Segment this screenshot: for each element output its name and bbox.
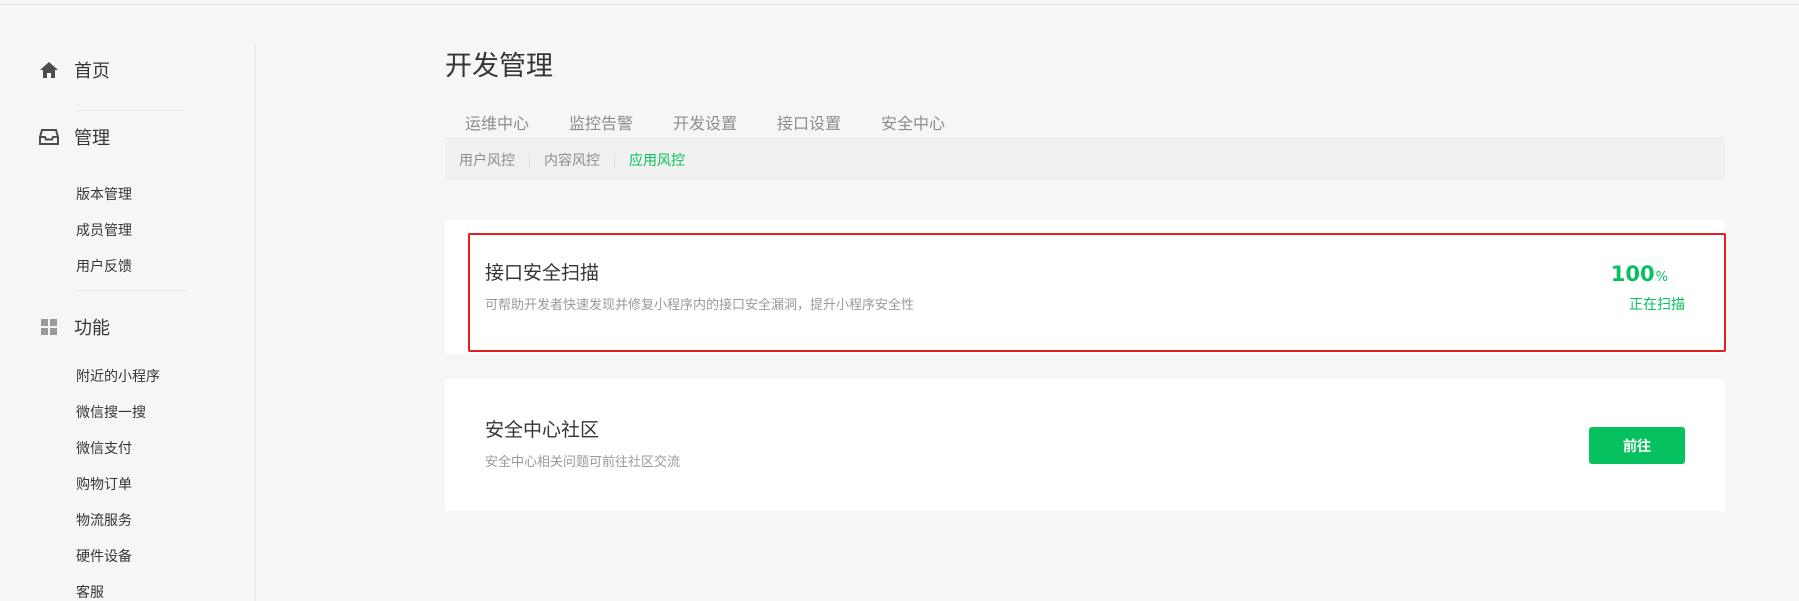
- sidebar: 首页 管理 版本管理 成员管理 用户反馈 功能 附近的小程序 微信搜一搜 微信支…: [0, 44, 256, 601]
- tab-api-settings[interactable]: 接口设置: [777, 110, 841, 134]
- sidebar-divider: [76, 290, 186, 291]
- subtab-separator: [614, 153, 615, 168]
- tab-monitoring[interactable]: 监控告警: [569, 110, 633, 134]
- subtab-separator: [529, 153, 530, 168]
- go-button[interactable]: 前往: [1589, 427, 1685, 464]
- sidebar-item-manage[interactable]: 管理: [38, 124, 110, 150]
- home-icon: [38, 59, 60, 81]
- card-description: 安全中心相关问题可前往社区交流: [485, 455, 681, 470]
- sidebar-item-members[interactable]: 成员管理: [76, 220, 132, 240]
- sidebar-item-search[interactable]: 微信搜一搜: [76, 402, 146, 422]
- sidebar-item-hardware[interactable]: 硬件设备: [76, 546, 132, 566]
- sidebar-item-home[interactable]: 首页: [38, 57, 110, 83]
- card-title: 安全中心社区: [485, 419, 600, 441]
- sidebar-item-pay[interactable]: 微信支付: [76, 438, 132, 458]
- highlight-box: [468, 233, 1726, 352]
- grid-icon: [38, 316, 60, 338]
- sidebar-section-label: 管理: [74, 128, 110, 149]
- sidebar-item-feedback[interactable]: 用户反馈: [76, 256, 132, 276]
- sidebar-item-logistics[interactable]: 物流服务: [76, 510, 132, 530]
- sidebar-item-customer-service[interactable]: 客服: [76, 582, 104, 601]
- sidebar-section-label: 首页: [74, 61, 110, 82]
- main-tabs: 运维中心 监控告警 开发设置 接口设置 安全中心: [445, 108, 1725, 139]
- page-title: 开发管理: [445, 51, 553, 82]
- subtabs: 用户风控 内容风控 应用风控: [445, 140, 1725, 180]
- sidebar-item-nearby[interactable]: 附近的小程序: [76, 366, 160, 386]
- tab-dev-settings[interactable]: 开发设置: [673, 110, 737, 134]
- sidebar-item-features[interactable]: 功能: [38, 314, 110, 340]
- tab-ops[interactable]: 运维中心: [465, 110, 529, 134]
- subtab-content-risk[interactable]: 内容风控: [544, 150, 600, 170]
- sidebar-divider: [76, 110, 186, 111]
- subtab-user-risk[interactable]: 用户风控: [459, 150, 515, 170]
- tab-security-center[interactable]: 安全中心: [881, 110, 945, 134]
- subtab-app-risk[interactable]: 应用风控: [629, 150, 685, 170]
- security-community-card: 安全中心社区 安全中心相关问题可前往社区交流 前往: [445, 379, 1725, 511]
- sidebar-item-version[interactable]: 版本管理: [76, 184, 132, 204]
- sidebar-section-label: 功能: [74, 318, 110, 339]
- top-divider: [0, 4, 1799, 5]
- inbox-icon: [38, 126, 60, 148]
- sidebar-item-orders[interactable]: 购物订单: [76, 474, 132, 494]
